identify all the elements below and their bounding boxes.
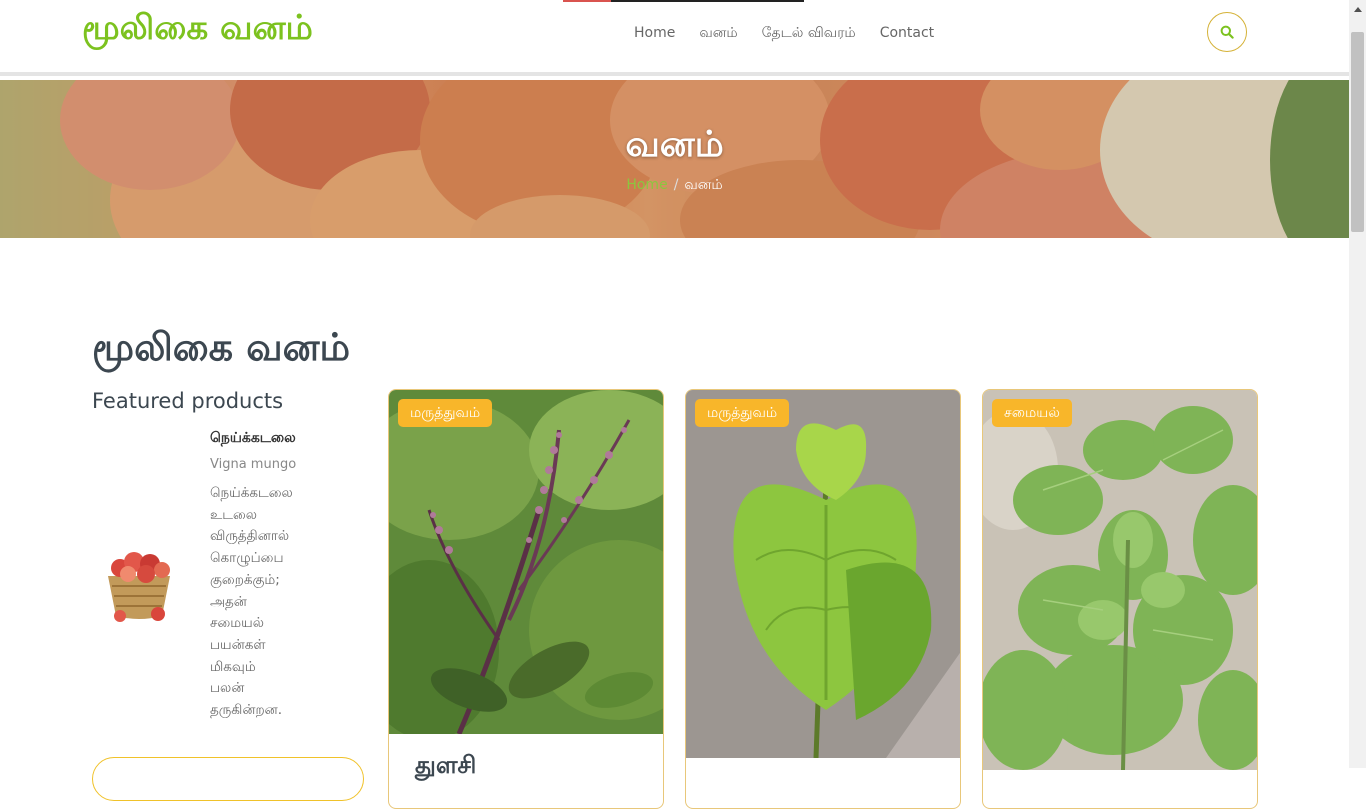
section-title: மூலிகை வனம்	[92, 325, 351, 369]
scrollbar-thumb[interactable]	[1351, 32, 1364, 232]
hero-banner: வனம் Home / வனம்	[0, 80, 1349, 238]
description-line: கொழுப்பை	[210, 550, 284, 567]
nav-contact[interactable]: Contact	[868, 20, 946, 46]
description-line: தருகின்றன.	[210, 702, 283, 719]
site-header: மூலிகை வனம் Home வனம் தேடல் விவரம் Conta…	[0, 0, 1349, 76]
description-line: நெய்க்கடலை	[210, 485, 293, 501]
description-line: மிகவும்	[210, 658, 256, 675]
category-badge[interactable]: சமையல்	[992, 399, 1072, 427]
search-button[interactable]	[1207, 12, 1247, 52]
featured-product-scientific-name: Vigna mungo	[210, 457, 297, 472]
apple-basket-image	[108, 552, 170, 622]
breadcrumb-home[interactable]: Home	[626, 177, 667, 193]
breadcrumb-separator: /	[673, 177, 679, 193]
product-card[interactable]: மருத்துவம் துளசி	[388, 389, 664, 809]
product-card[interactable]: சமையல்	[982, 389, 1258, 809]
card-title[interactable]: துளசி	[415, 750, 476, 780]
featured-product-name[interactable]: நெய்க்கடலை	[210, 428, 296, 448]
description-line: பலன்	[210, 680, 245, 697]
herb-plant-image	[983, 390, 1257, 770]
description-line: விருத்தினால்	[210, 528, 290, 545]
description-line: குறைக்கும்;	[210, 571, 280, 588]
featured-product-image[interactable]	[100, 540, 178, 624]
product-card[interactable]: மருத்துவம்	[685, 389, 961, 809]
page-scrollbar[interactable]	[1349, 0, 1366, 768]
category-badge[interactable]: மருத்துவம்	[695, 399, 790, 427]
page-title: வனம்	[625, 124, 724, 165]
betel-leaf-image	[686, 390, 960, 758]
top-accent-red	[563, 0, 611, 2]
search-icon	[1220, 25, 1234, 39]
breadcrumb-current: வனம்	[684, 177, 723, 193]
sidebar-button[interactable]	[92, 757, 364, 801]
nav-search-details[interactable]: தேடல் விவரம்	[750, 20, 868, 46]
site-logo[interactable]: மூலிகை வனம்	[82, 6, 313, 50]
description-line: பயன்கள்	[210, 636, 266, 653]
description-line: சமையல்	[210, 615, 264, 632]
scroll-up-arrow-icon[interactable]	[1349, 0, 1366, 17]
nav-home[interactable]: Home	[622, 20, 687, 46]
category-badge[interactable]: மருத்துவம்	[398, 399, 493, 427]
tulsi-plant-image	[389, 390, 663, 734]
description-line: அதன்	[210, 593, 247, 610]
featured-product-description: நெய்க்கடலை உடலை விருத்தினால் கொழுப்பை கு…	[210, 483, 330, 722]
description-line: உடலை	[210, 506, 257, 523]
breadcrumb: Home / வனம்	[0, 175, 1349, 195]
main-nav: Home வனம் தேடல் விவரம் Contact	[622, 20, 946, 46]
featured-products-heading: Featured products	[92, 389, 284, 413]
nav-vanam[interactable]: வனம்	[687, 20, 749, 46]
top-accent-dark	[611, 0, 804, 2]
